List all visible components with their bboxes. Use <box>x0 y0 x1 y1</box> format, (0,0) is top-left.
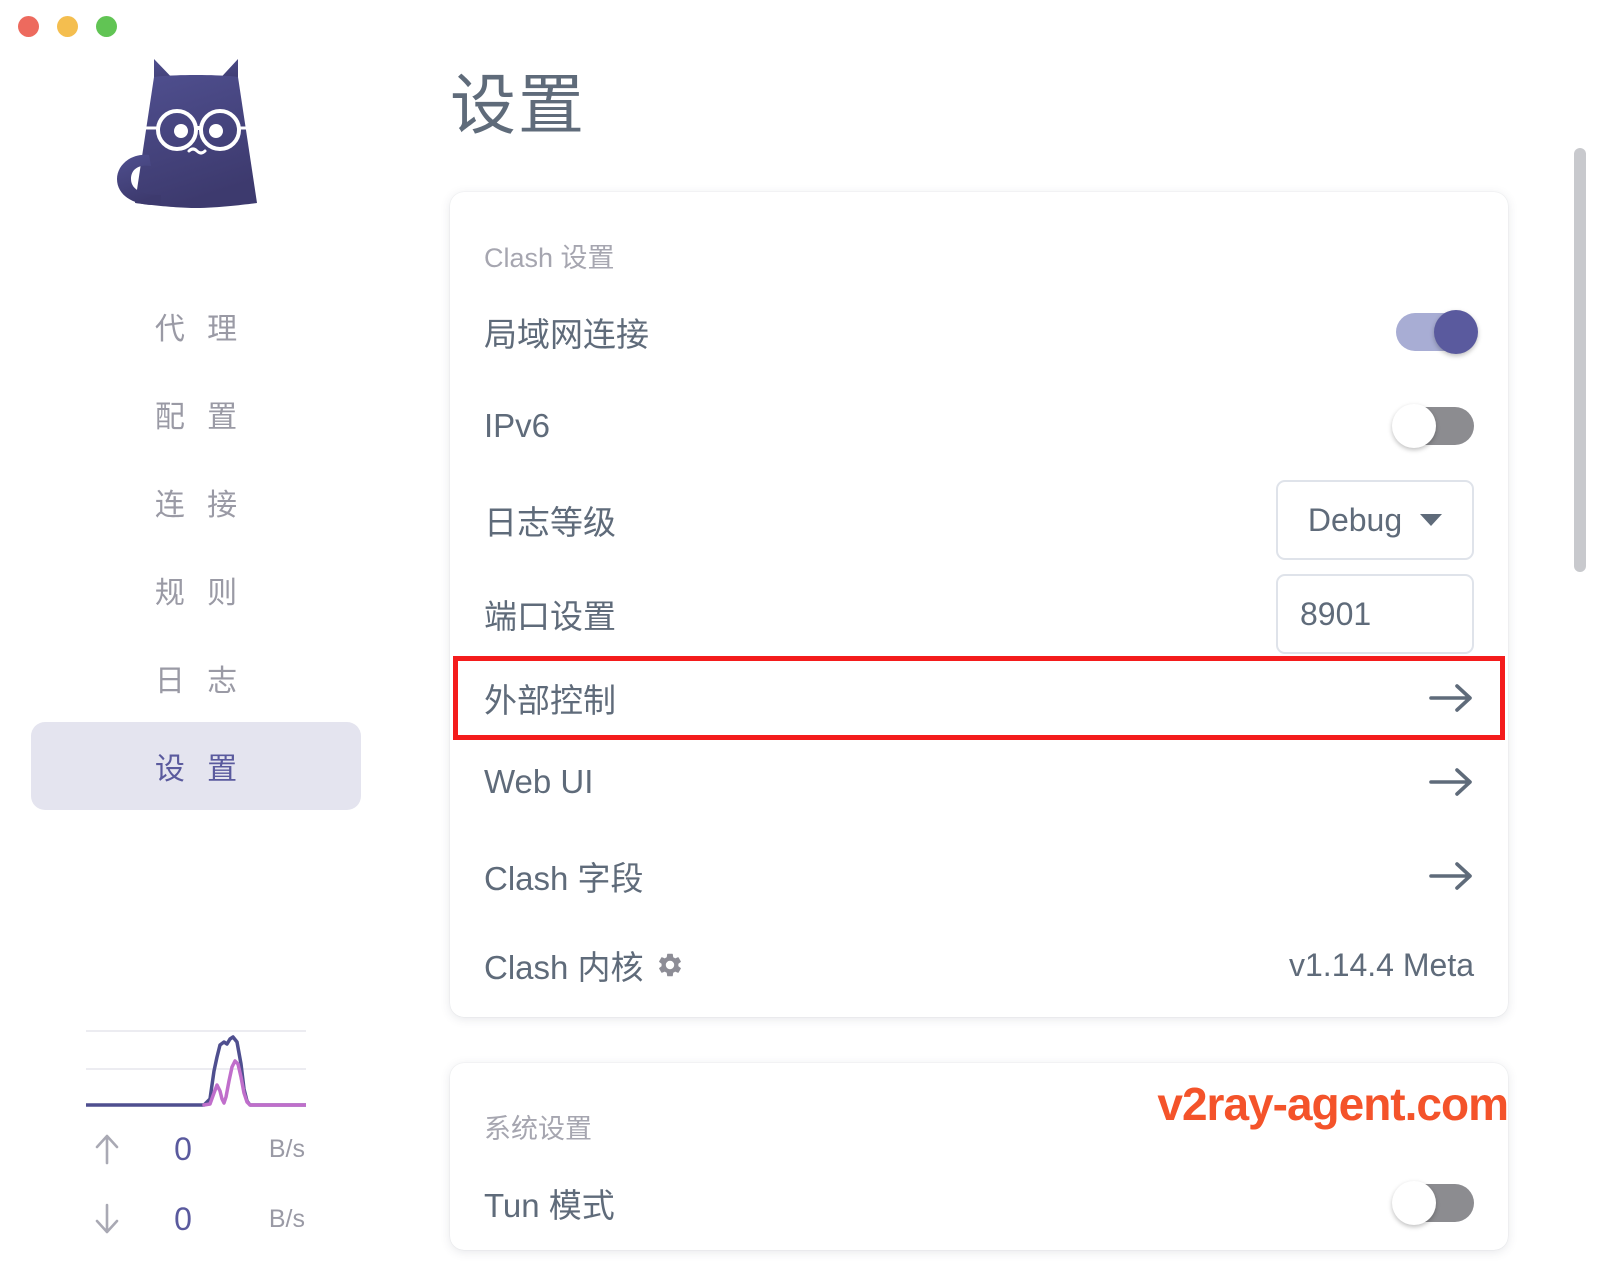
row-clash-fields[interactable]: Clash 字段 <box>484 829 1474 923</box>
cat-logo <box>96 42 296 234</box>
upload-stat-row: 0 B/s <box>81 1114 311 1184</box>
row-label: 局域网连接 <box>484 316 649 353</box>
row-log-level[interactable]: 日志等级 Debug <box>484 473 1474 567</box>
toggle-knob <box>1392 1181 1436 1225</box>
sidebar-item-proxies[interactable]: 代 理 <box>31 282 361 370</box>
maximize-button[interactable] <box>96 16 117 37</box>
row-label: Clash 字段 <box>484 860 644 897</box>
clash-core-version: v1.14.4 Meta <box>1289 946 1474 983</box>
clash-settings-section-title: Clash 设置 <box>484 243 615 273</box>
toggle-knob <box>1434 310 1478 354</box>
row-port-setting[interactable]: 端口设置 <box>484 567 1474 661</box>
sidebar-item-rules[interactable]: 规 则 <box>31 546 361 634</box>
sidebar-item-connections[interactable]: 连 接 <box>31 458 361 546</box>
sidebar-item-label: 规 则 <box>154 577 245 610</box>
download-speed-unit: B/s <box>268 1204 305 1233</box>
chevron-down-icon <box>1420 514 1443 526</box>
gear-icon[interactable] <box>656 951 684 979</box>
sidebar-item-logs[interactable]: 日 志 <box>31 634 361 722</box>
row-lan-connection[interactable]: 局域网连接 <box>484 285 1478 379</box>
tun-mode-toggle[interactable] <box>1392 1181 1474 1225</box>
log-level-select[interactable]: Debug <box>1276 480 1474 560</box>
traffic-panel: 0 B/s 0 B/s <box>0 1009 392 1254</box>
upload-arrow-icon <box>87 1133 127 1165</box>
row-label: IPv6 <box>484 407 551 444</box>
log-level-selected-value: Debug <box>1307 501 1403 538</box>
arrow-right-icon[interactable] <box>1428 859 1474 893</box>
download-arrow-icon <box>87 1203 127 1235</box>
sidebar-item-label: 设 置 <box>154 753 245 786</box>
row-clash-core[interactable]: Clash 内核 v1.14.4 Meta <box>484 923 1474 1017</box>
download-speed-value: 0 <box>174 1200 192 1237</box>
arrow-right-icon[interactable] <box>1428 765 1474 799</box>
row-external-controller[interactable]: 外部控制 <box>453 656 1505 740</box>
sidebar-item-profiles[interactable]: 配 置 <box>31 370 361 458</box>
upload-speed-unit: B/s <box>268 1134 305 1163</box>
arrow-right-icon[interactable] <box>1428 681 1474 715</box>
main-content: 设置 Clash 设置 局域网连接 IPv6 日志等级 Debug 端口设置 8… <box>392 0 1600 1284</box>
watermark-text: v2ray-agent.com <box>1157 1078 1509 1130</box>
row-web-ui[interactable]: Web UI <box>484 735 1474 829</box>
row-label: Web UI <box>484 763 594 800</box>
page-title: 设置 <box>450 68 586 142</box>
minimize-button[interactable] <box>57 16 78 37</box>
clash-settings-card: Clash 设置 局域网连接 IPv6 日志等级 Debug 端口设置 8901… <box>450 192 1508 1017</box>
sidebar-item-settings[interactable]: 设 置 <box>31 722 361 810</box>
row-ipv6[interactable]: IPv6 <box>484 379 1474 473</box>
system-settings-card: v2ray-agent.com 系统设置 Tun 模式 <box>450 1063 1509 1250</box>
settings-cards: Clash 设置 局域网连接 IPv6 日志等级 Debug 端口设置 8901… <box>392 192 1600 1250</box>
download-stat-row: 0 B/s <box>81 1184 311 1254</box>
row-label-wrap: Clash 内核 <box>484 941 684 989</box>
row-label: Tun 模式 <box>484 1187 615 1224</box>
window-traffic-lights <box>18 16 117 37</box>
scrollbar-thumb[interactable] <box>1574 148 1586 572</box>
row-tun-mode[interactable]: Tun 模式 <box>484 1156 1474 1250</box>
row-label: 日志等级 <box>484 504 616 541</box>
close-button[interactable] <box>18 16 39 37</box>
sidebar-item-label: 连 接 <box>154 489 245 522</box>
row-label: 端口设置 <box>484 598 616 635</box>
ipv6-toggle[interactable] <box>1392 404 1474 448</box>
row-label: Clash 内核 <box>484 949 644 986</box>
sidebar-item-label: 配 置 <box>154 401 245 434</box>
port-input[interactable] <box>1276 574 1474 654</box>
app-window: 代 理 配 置 连 接 规 则 日 志 设 置 0 B/s 0 B/s 设置 C… <box>0 0 1600 1284</box>
row-label: 外部控制 <box>484 682 616 719</box>
upload-speed-value: 0 <box>174 1130 192 1167</box>
lan-connection-toggle[interactable] <box>1396 310 1478 354</box>
sidebar-nav: 代 理 配 置 连 接 规 则 日 志 设 置 <box>31 282 361 810</box>
traffic-sparkline-chart <box>86 1009 306 1114</box>
toggle-knob <box>1392 404 1436 448</box>
sidebar-item-label: 日 志 <box>154 665 245 698</box>
sidebar-item-label: 代 理 <box>154 313 245 346</box>
main-scrollbar[interactable] <box>1574 0 1586 1284</box>
sidebar: 代 理 配 置 连 接 规 则 日 志 设 置 0 B/s 0 B/s <box>0 0 392 1284</box>
